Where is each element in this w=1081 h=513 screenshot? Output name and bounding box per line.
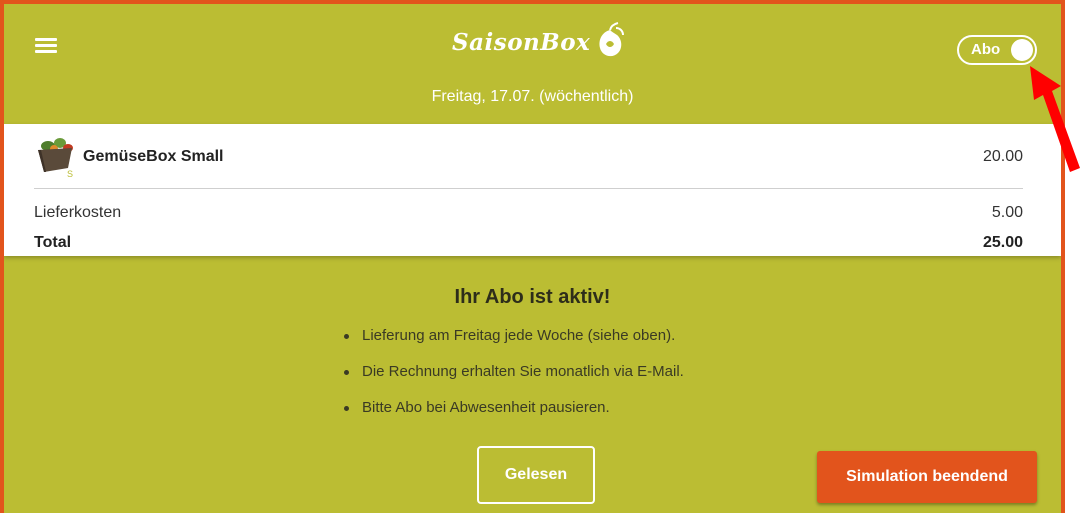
app-header: SaisonBox Freitag, 17.07. (wöchentlich) …	[4, 4, 1061, 124]
abo-toggle-label: Abo	[971, 41, 1001, 58]
divider	[34, 188, 1023, 189]
product-price: 20.00	[982, 148, 1023, 165]
toggle-knob	[1011, 39, 1033, 61]
app-frame: SaisonBox Freitag, 17.07. (wöchentlich) …	[0, 0, 1065, 513]
list-item: Die Rechnung erhalten Sie monatlich via …	[340, 362, 684, 398]
abo-toggle[interactable]: Abo	[957, 35, 1037, 65]
list-item: Lieferung am Freitag jede Woche (siehe o…	[340, 326, 684, 362]
list-item: Bitte Abo bei Abwesenheit pausieren.	[340, 398, 684, 434]
logo-text: SaisonBox	[452, 28, 591, 56]
total-label: Total	[34, 234, 72, 251]
delivery-cost-label: Lieferkosten	[34, 204, 122, 221]
read-button[interactable]: Gelesen	[477, 446, 595, 504]
info-list: Lieferung am Freitag jede Woche (siehe o…	[340, 326, 684, 434]
annotation-arrow	[1030, 66, 1080, 172]
end-simulation-button[interactable]: Simulation beendend	[817, 451, 1037, 503]
vegetable-box-icon: S	[38, 138, 73, 178]
delivery-cost-value: 5.00	[991, 204, 1023, 221]
product-name: GemüseBox Small	[83, 148, 224, 165]
total-value: 25.00	[982, 234, 1023, 251]
order-summary: S GemüseBox Small 20.00 Lieferkosten 5.0…	[4, 124, 1061, 256]
product-size-badge: S	[67, 169, 73, 178]
delivery-schedule: Freitag, 17.07. (wöchentlich)	[431, 88, 634, 105]
subscription-status-heading: Ihr Abo ist aktiv!	[454, 286, 611, 308]
logo: SaisonBox	[452, 20, 626, 64]
pear-logo-icon	[599, 22, 625, 57]
menu-icon[interactable]	[35, 36, 59, 54]
